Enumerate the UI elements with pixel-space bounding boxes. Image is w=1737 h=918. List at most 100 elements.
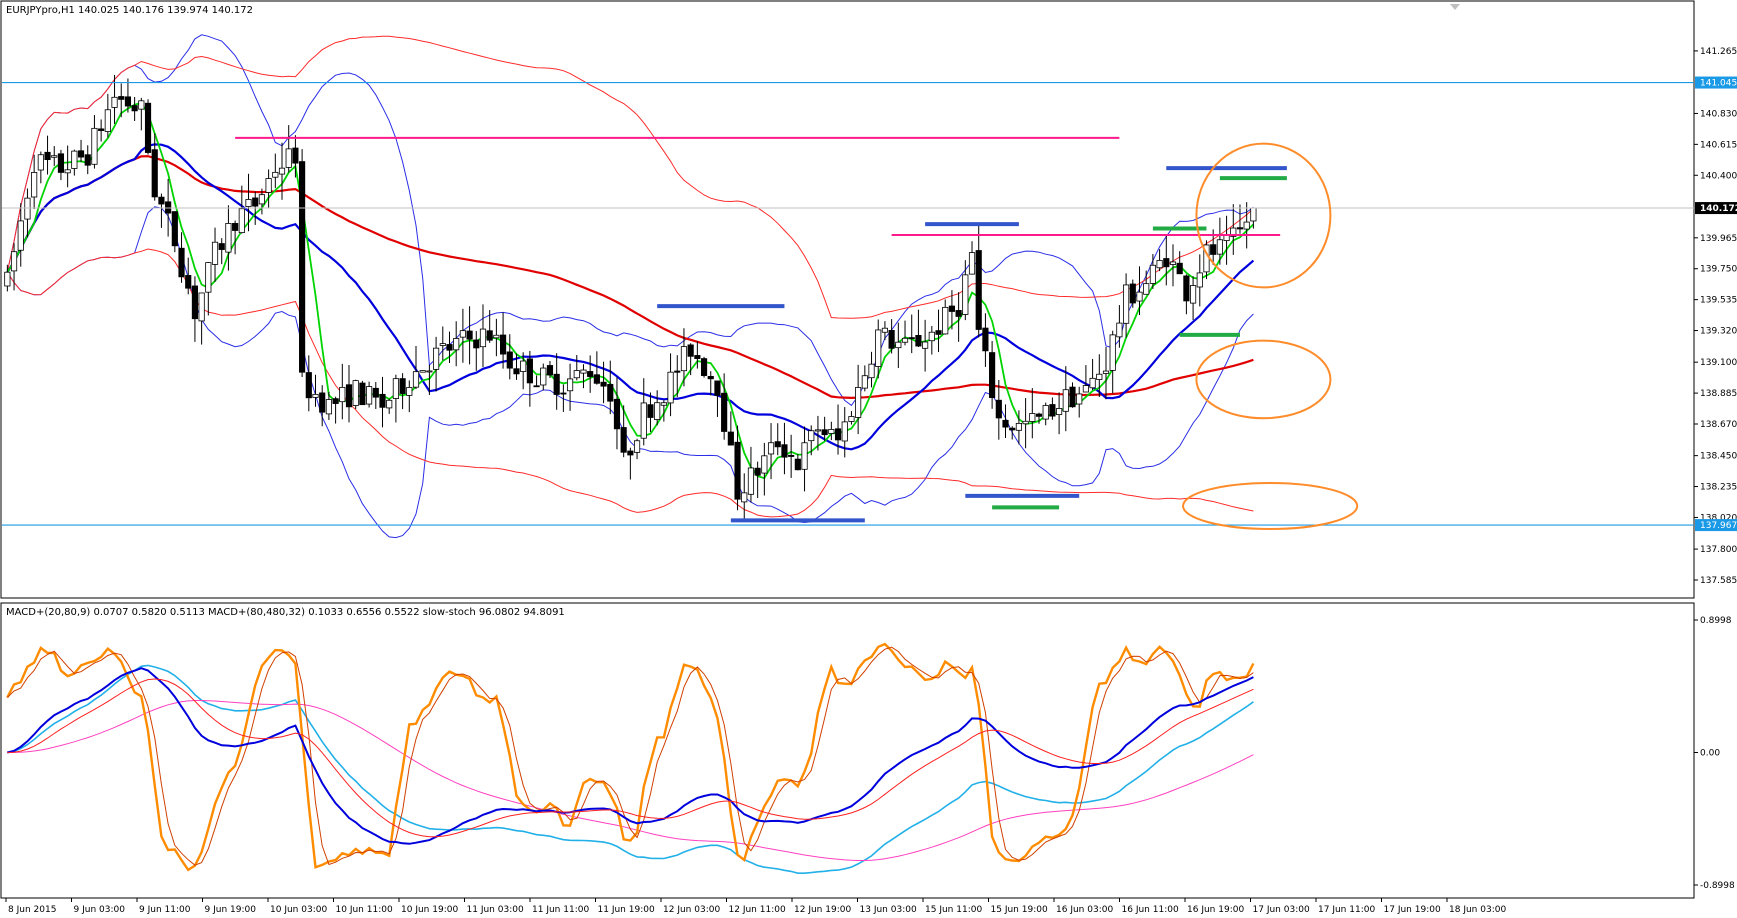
candle-body [64,169,71,174]
candle-body [687,344,694,357]
candle-body [1062,389,1069,412]
time-tick-label: 13 Jun 03:00 [860,905,917,915]
candle-body [406,387,413,396]
candle-body [573,370,580,379]
candle-body [479,328,487,348]
candle-body [975,250,982,330]
price-tick-label: 139.100 [1700,358,1737,368]
candle-body [1015,422,1022,431]
candle-body [566,378,574,392]
candle-body [861,375,868,389]
price-tick-label: 139.750 [1700,265,1737,275]
price-tick-label: 137.800 [1700,545,1737,555]
candle-body [982,327,989,352]
candle-body [158,196,165,205]
candle-body [1250,207,1257,222]
candle-body [232,223,239,231]
price-tick-label: 138.885 [1700,389,1737,399]
time-tick-label: 18 Jun 03:00 [1449,905,1506,915]
candle-body [1002,419,1009,428]
candle-body [372,387,379,398]
candle-body [419,370,426,373]
candle-body [37,154,44,171]
time-tick-label: 9 Jun 03:00 [74,905,126,915]
candle-body [881,327,889,333]
candle-body [1216,239,1223,255]
indicator-tick-label: 0.00 [1700,749,1720,759]
candle-body [620,427,627,453]
candle-body [674,370,681,373]
candle-body [500,334,507,355]
candle-body [955,310,962,317]
candle-body [138,100,145,110]
candle-body [995,399,1002,419]
candle-body [875,329,882,367]
candle-body [848,416,855,422]
candle-body [111,96,118,108]
candle-body [191,285,199,320]
candle-body [1136,291,1143,302]
time-tick-label: 10 Jun 19:00 [401,905,458,915]
price-tick-label: 140.830 [1700,109,1737,119]
candle-body [781,444,788,458]
price-tick-label: 140.400 [1700,171,1737,181]
candle-body [366,386,373,405]
time-tick-label: 15 Jun 19:00 [991,905,1048,915]
candle-body [1056,408,1063,416]
price-tick-label: 138.670 [1700,420,1737,430]
candle-body [560,392,567,395]
candle-body [707,375,714,380]
candle-body [446,344,453,351]
price-tick-label: 139.535 [1700,296,1737,306]
candle-body [841,421,848,442]
price-tick-label: 139.965 [1700,234,1737,244]
candle-body [714,380,721,396]
price-tick-label: 139.320 [1700,327,1737,337]
candle-body [1156,260,1163,269]
candle-body [91,127,98,165]
candle-body [868,363,875,379]
time-tick-label: 10 Jun 03:00 [270,905,327,915]
candle-body [1183,275,1190,302]
candle-body [1049,404,1056,417]
candle-body [386,399,393,409]
candle-body [84,154,91,166]
current-price-label: 140.172 [1700,204,1737,214]
candle-body [915,335,922,347]
candle-body [124,96,132,107]
time-tick-label: 17 Jun 11:00 [1318,905,1375,915]
candle-body [1116,322,1123,338]
candle-body [285,148,292,168]
candle-body [580,369,587,374]
candle-body [767,442,775,455]
candle-body [24,197,31,220]
price-tick-label: 138.235 [1700,483,1737,493]
candle-body [299,161,306,373]
candle-body [1123,284,1130,324]
candle-body [540,367,547,386]
trading-chart[interactable]: EURJPYpro,H1 140.025 140.176 139.974 140… [0,0,1737,918]
candle-body [808,430,815,442]
candle-body [433,347,440,370]
candle-body [165,201,172,214]
candle-body [453,338,460,351]
candle-body [1089,377,1096,389]
candle-body [319,392,326,413]
candle-body [258,194,265,205]
candle-body [747,467,755,495]
candle-body [218,243,225,250]
candle-body [989,352,996,399]
candle-body [171,211,178,247]
candle-body [57,153,65,173]
candle-body [1029,413,1036,422]
candle-body [828,429,835,434]
candle-body [667,371,674,404]
candle-body [942,306,949,335]
candle-body [1022,420,1029,425]
candle-body [754,467,761,476]
time-tick-label: 16 Jun 19:00 [1187,905,1244,915]
candle-body [546,365,554,376]
candle-body [185,275,192,289]
candle-body [211,241,219,265]
candle-body [1163,258,1170,268]
